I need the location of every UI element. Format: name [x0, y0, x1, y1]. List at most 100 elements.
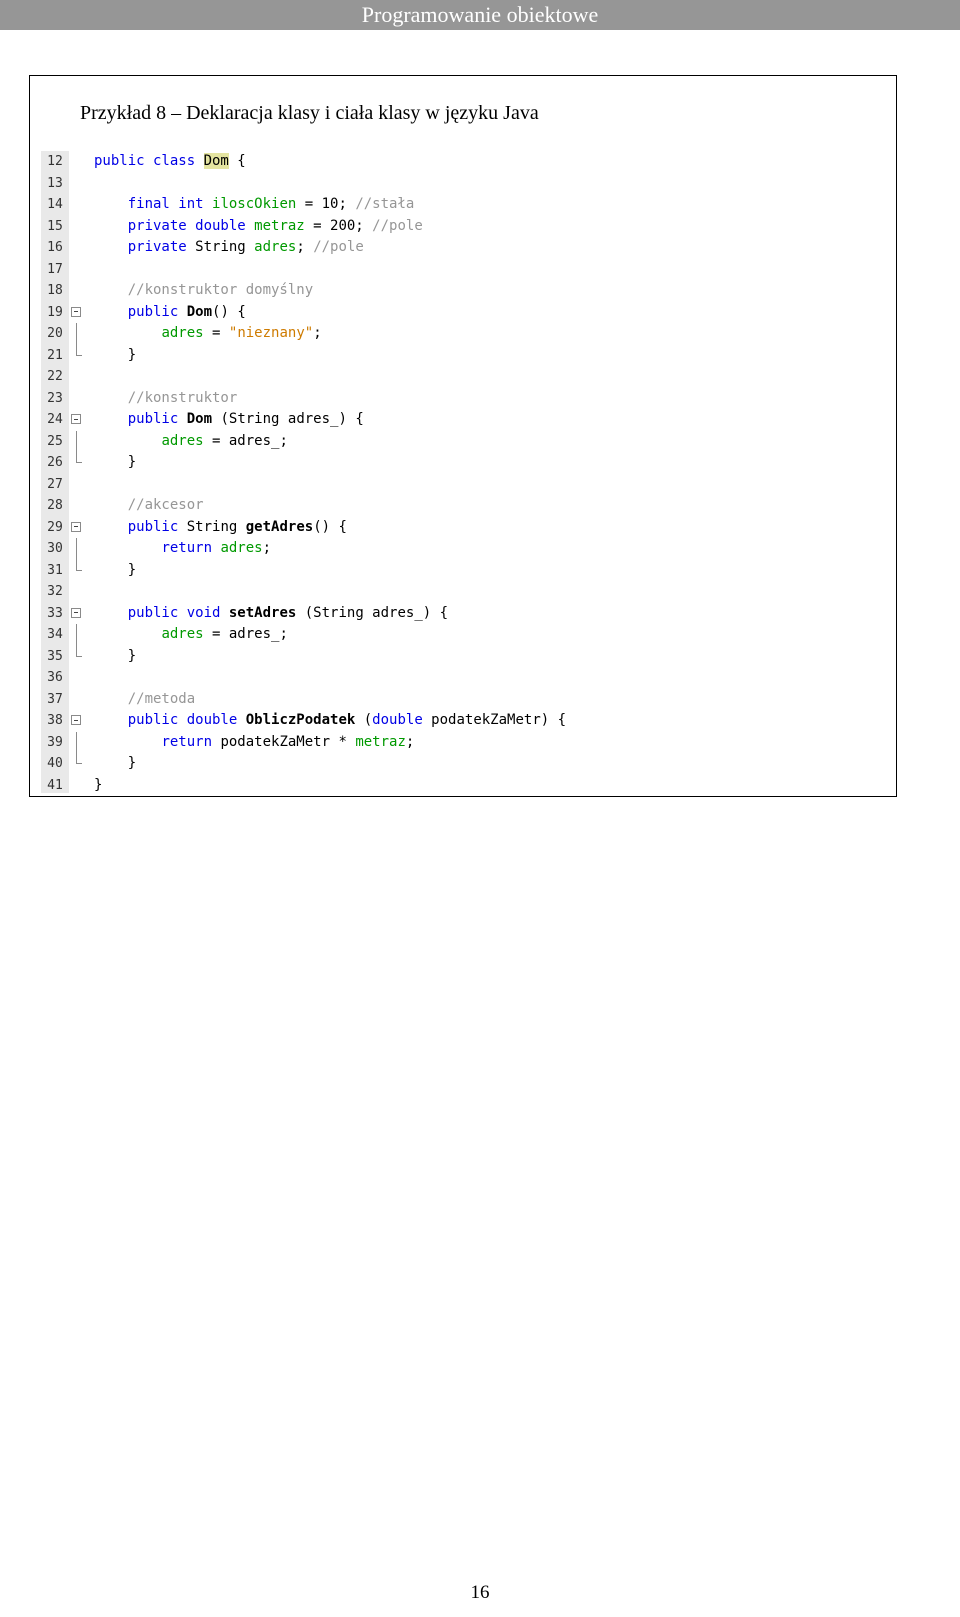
line-number: 31	[47, 562, 63, 578]
code-line: 32	[41, 581, 701, 603]
fold-collapse-icon[interactable]	[71, 607, 81, 618]
code-token: public	[127, 411, 187, 427]
code-line: 21 }	[41, 344, 701, 367]
code-text: //konstruktor domyślny	[94, 280, 313, 302]
code-line: 13	[41, 173, 701, 195]
code-token: ;	[313, 325, 322, 341]
fold-guide-line	[76, 731, 77, 753]
example-box: Przykład 8 – Deklaracja klasy i ciała kl…	[29, 75, 897, 797]
code-token: Dom	[186, 303, 213, 320]
code-token: Dom	[203, 153, 229, 169]
code-token: //akcesor	[127, 497, 204, 513]
code-token: }	[127, 647, 137, 664]
code-token: String	[186, 518, 246, 535]
line-number: 13	[47, 175, 63, 191]
line-number: 23	[47, 390, 63, 406]
code-token: adres	[161, 325, 204, 341]
code-token: //pole	[313, 239, 364, 255]
code-token: =	[203, 325, 229, 341]
code-token: }	[127, 561, 137, 578]
line-number: 20	[47, 326, 63, 341]
example-title: Przykład 8 – Deklaracja klasy i ciała kl…	[80, 102, 539, 124]
line-number: 19	[47, 304, 63, 320]
code-token: getAdres	[245, 518, 314, 535]
line-number: 36	[47, 670, 63, 685]
line-number: 16	[47, 240, 63, 255]
code-line: 19 public Dom() {	[41, 302, 701, 324]
line-number: 26	[47, 455, 63, 470]
fold-end-marker	[76, 559, 82, 571]
fold-end-marker	[76, 344, 82, 356]
code-token: setAdres	[228, 604, 297, 621]
fold-collapse-icon[interactable]	[71, 414, 81, 424]
code-token: public void	[127, 604, 229, 621]
code-text: }	[94, 646, 136, 668]
code-text: adres = adres_;	[94, 431, 287, 453]
code-line: 25 adres = adres_;	[41, 430, 701, 453]
code-token: }	[127, 755, 137, 771]
code-token: String	[195, 239, 255, 255]
code-token: iloscOkien	[212, 196, 297, 212]
code-editor: 12 public class Dom {13 14 final int ilosc…	[41, 151, 701, 793]
code-token: //konstruktor domyślny	[127, 282, 314, 298]
fold-collapse-icon[interactable]	[71, 306, 81, 317]
line-number: 34	[47, 627, 63, 642]
code-token: (String adres_) {	[296, 604, 449, 621]
code-token: private	[127, 239, 196, 255]
line-number: 33	[47, 605, 63, 621]
code-token: ObliczPodatek	[245, 712, 356, 728]
code-line: 41}	[41, 775, 701, 797]
code-text: }	[94, 345, 136, 367]
code-text: //akcesor	[94, 495, 204, 517]
line-number: 22	[47, 369, 63, 384]
code-line: 29 public String getAdres() {	[41, 517, 701, 539]
code-line: 35 }	[41, 645, 701, 668]
code-token: = 10;	[296, 196, 356, 212]
fold-collapse-icon[interactable]	[71, 521, 81, 532]
line-number: 27	[47, 476, 63, 492]
code-token: (String adres_) {	[212, 411, 364, 427]
page-number: 16	[470, 1582, 490, 1603]
code-text: adres = "nieznany";	[94, 323, 322, 345]
code-line: 26 }	[41, 452, 701, 474]
code-text: public void setAdres (String adres_) {	[94, 603, 448, 625]
line-number: 32	[47, 584, 63, 599]
code-line: 24 public Dom (String adres_) {	[41, 409, 701, 431]
code-token: (	[355, 712, 373, 728]
code-token: () {	[212, 303, 246, 320]
code-token: }	[127, 454, 137, 470]
code-line: 33 public void setAdres (String adres_) …	[41, 603, 701, 625]
code-line: 37 //metoda	[41, 689, 701, 711]
code-text: }	[94, 753, 136, 775]
code-line: 39 return podatekZaMetr * metraz;	[41, 731, 701, 754]
code-token: = 200;	[304, 217, 373, 234]
fold-collapse-icon[interactable]	[71, 715, 81, 725]
code-token: ;	[262, 540, 272, 556]
line-number: 15	[47, 218, 63, 234]
line-number: 41	[47, 777, 63, 793]
code-token: ;	[405, 733, 415, 750]
fold-guide-line	[76, 430, 77, 452]
line-number: 38	[47, 713, 63, 728]
code-text: return podatekZaMetr * metraz;	[94, 732, 414, 754]
code-text: return adres;	[94, 538, 271, 560]
code-token: //stała	[355, 196, 415, 212]
line-number: 18	[47, 283, 63, 298]
code-token: private double	[127, 217, 255, 234]
code-token: double	[372, 712, 423, 728]
code-line: 38 public double ObliczPodatek (double p…	[41, 710, 701, 732]
code-token: return	[161, 540, 221, 556]
line-number: 21	[47, 347, 63, 363]
line-number: 14	[47, 197, 63, 212]
code-token: {	[228, 153, 246, 169]
line-number: 37	[47, 691, 63, 707]
code-token: podatekZaMetr *	[220, 733, 356, 750]
code-text: public Dom (String adres_) {	[94, 409, 364, 431]
fold-guide-line	[76, 624, 77, 646]
fold-guide-line	[76, 538, 77, 560]
code-line: 12 public class Dom {	[41, 151, 701, 173]
code-token: //pole	[372, 217, 423, 234]
code-text: }	[94, 452, 136, 474]
code-text: //konstruktor	[94, 388, 238, 410]
code-text: public double ObliczPodatek (double poda…	[94, 710, 566, 732]
